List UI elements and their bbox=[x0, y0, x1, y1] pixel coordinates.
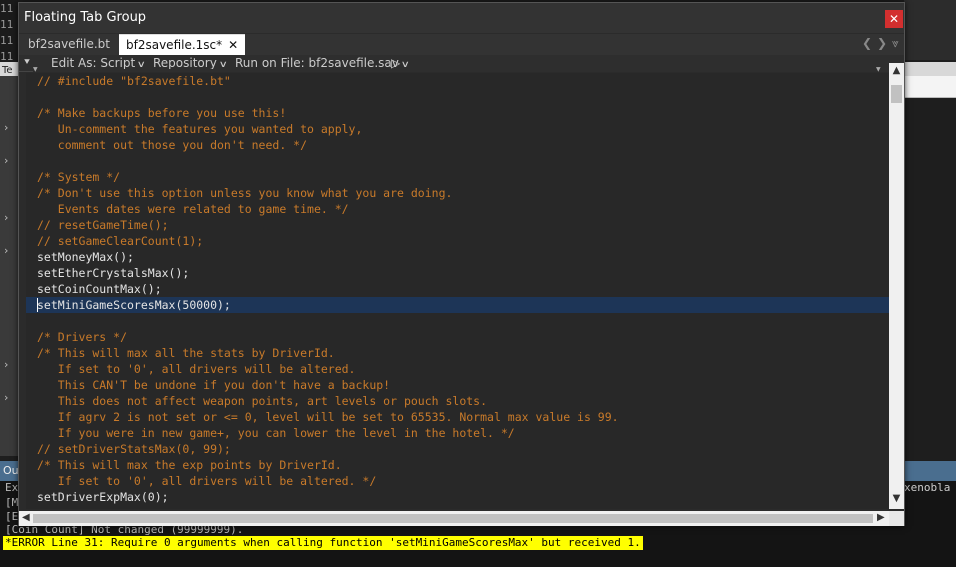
code-line[interactable]: If agrv 2 is not set or <= 0, level will… bbox=[37, 409, 619, 425]
background-input[interactable] bbox=[904, 76, 956, 98]
run-on-file-label: Run on File: bf2savefile.sav bbox=[235, 56, 399, 70]
scroll-right-icon[interactable]: ▶ bbox=[877, 512, 885, 523]
bg-line-number: 11 bbox=[0, 2, 14, 15]
code-line[interactable]: setCoinCountMax(); bbox=[37, 281, 162, 297]
code-line[interactable]: // resetGameTime(); bbox=[37, 217, 169, 233]
window-title: Floating Tab Group bbox=[24, 10, 147, 25]
code-line[interactable]: setEtherCrystalsMax(); bbox=[37, 265, 189, 281]
tab-close-icon[interactable]: ✕ bbox=[228, 38, 238, 52]
ruler-marker-icon: ▼ bbox=[33, 66, 38, 73]
background-line-numbers: 11 11 11 11 bbox=[0, 0, 18, 63]
scroll-down-icon[interactable]: ▼ bbox=[891, 493, 902, 504]
code-line[interactable]: // #include "bf2savefile.bt" bbox=[37, 73, 231, 89]
code-line[interactable]: comment out those you don't need. */ bbox=[37, 137, 307, 153]
bg-line-number: 11 bbox=[0, 18, 14, 31]
horizontal-scrollbar[interactable]: ◀ ▶ bbox=[19, 511, 889, 526]
vertical-scrollbar[interactable]: ▲ ▼ bbox=[889, 63, 904, 509]
background-tree-strip: › › › › › › bbox=[0, 76, 18, 456]
run-on-file-dropdown[interactable]: Run on File: bf2savefile.sav ∨ bbox=[235, 56, 410, 70]
tab-label: bf2savefile.1sc* bbox=[126, 38, 223, 52]
scroll-up-icon[interactable]: ▲ bbox=[891, 65, 902, 76]
code-line[interactable]: /* Make backups before you use this! bbox=[37, 105, 286, 121]
code-line[interactable]: /* This will max all the stats by Driver… bbox=[37, 345, 335, 361]
output-line: [M bbox=[5, 496, 19, 509]
scroll-left-icon[interactable]: ◀ bbox=[22, 512, 30, 523]
background-tab-label: Te bbox=[2, 65, 13, 76]
edit-as-label: Edit As: Script bbox=[51, 56, 136, 70]
code-line[interactable]: /* Drivers */ bbox=[37, 329, 127, 345]
output-panel-label[interactable]: Ou bbox=[3, 464, 19, 477]
tab-bf2savefile-bt[interactable]: bf2savefile.bt bbox=[21, 34, 117, 55]
code-line[interactable]: // setDriverStatsMax(0, 99); bbox=[37, 441, 231, 457]
toolbar-pin-icon[interactable]: ⯆ bbox=[23, 57, 31, 68]
output-side-text: xenobla bbox=[904, 481, 951, 494]
expand-arrow-icon[interactable]: › bbox=[4, 391, 8, 404]
run-script-icon[interactable]: ▷ bbox=[391, 56, 400, 70]
tab-list-menu-icon[interactable]: ⩔ bbox=[892, 36, 899, 51]
edit-as-dropdown[interactable]: Edit As: Script ∨ bbox=[51, 56, 146, 70]
tab-scroll-left-icon[interactable]: ❮ bbox=[862, 36, 872, 50]
tab-bf2savefile-1sc[interactable]: bf2savefile.1sc* ✕ bbox=[119, 34, 246, 55]
vertical-scroll-thumb[interactable] bbox=[891, 85, 902, 103]
ruler-marker-icon: ▼ bbox=[876, 66, 881, 73]
code-line[interactable]: Un-comment the features you wanted to ap… bbox=[37, 121, 363, 137]
code-line[interactable]: setMiniGameScoresMax(50000); bbox=[37, 297, 231, 313]
expand-arrow-icon[interactable]: › bbox=[4, 121, 8, 134]
background-panel bbox=[904, 0, 956, 60]
output-line: [E bbox=[5, 510, 19, 523]
code-editor[interactable]: // #include "bf2savefile.bt" /* Make back… bbox=[26, 73, 889, 509]
code-line[interactable]: // setGameClearCount(1); bbox=[37, 233, 203, 249]
horizontal-scroll-thumb[interactable] bbox=[33, 514, 873, 523]
editor-ruler: ▼ ▼ bbox=[33, 66, 889, 73]
code-line[interactable]: /* System */ bbox=[37, 169, 120, 185]
bg-line-number: 11 bbox=[0, 34, 14, 47]
code-line[interactable]: /* Don't use this option unless you know… bbox=[37, 185, 452, 201]
output-line: Ex bbox=[5, 481, 19, 494]
window-close-button[interactable]: ✕ bbox=[885, 10, 903, 28]
tab-scroll-right-icon[interactable]: ❯ bbox=[877, 36, 887, 50]
floating-tab-group-window: Floating Tab Group ✕ bf2savefile.bt bf2s… bbox=[18, 2, 905, 526]
code-line[interactable]: setMoneyMax(); bbox=[37, 249, 134, 265]
code-line[interactable]: If you were in new game+, you can lower … bbox=[37, 425, 515, 441]
code-line[interactable]: setDriverExpMax(0); bbox=[37, 489, 169, 505]
expand-arrow-icon[interactable]: › bbox=[4, 211, 8, 224]
code-line[interactable]: /* This will max the exp points by Drive… bbox=[37, 457, 342, 473]
error-message[interactable]: *ERROR Line 31: Require 0 arguments when… bbox=[3, 536, 643, 550]
tab-bar: bf2savefile.bt bf2savefile.1sc* ✕ ❮ ❯ ⩔ bbox=[19, 34, 904, 55]
repository-label: Repository bbox=[153, 56, 217, 70]
code-line[interactable]: This CAN'T be undone if you don't have a… bbox=[37, 377, 390, 393]
window-titlebar[interactable]: Floating Tab Group ✕ bbox=[19, 3, 904, 33]
expand-arrow-icon[interactable]: › bbox=[4, 358, 8, 371]
repository-dropdown[interactable]: Repository ∨ bbox=[153, 56, 228, 70]
expand-arrow-icon[interactable]: › bbox=[4, 244, 8, 257]
code-line[interactable]: Events dates were related to game time. … bbox=[37, 201, 349, 217]
tab-label: bf2savefile.bt bbox=[28, 37, 110, 51]
code-line[interactable]: If set to '0', all drivers will be alter… bbox=[37, 361, 356, 377]
expand-arrow-icon[interactable]: › bbox=[4, 154, 8, 167]
code-line[interactable]: This does not affect weapon points, art … bbox=[37, 393, 487, 409]
output-panel-header-right bbox=[904, 461, 956, 481]
scrollbar-corner bbox=[889, 511, 904, 526]
code-line[interactable]: If set to '0', all drivers will be alter… bbox=[37, 473, 377, 489]
